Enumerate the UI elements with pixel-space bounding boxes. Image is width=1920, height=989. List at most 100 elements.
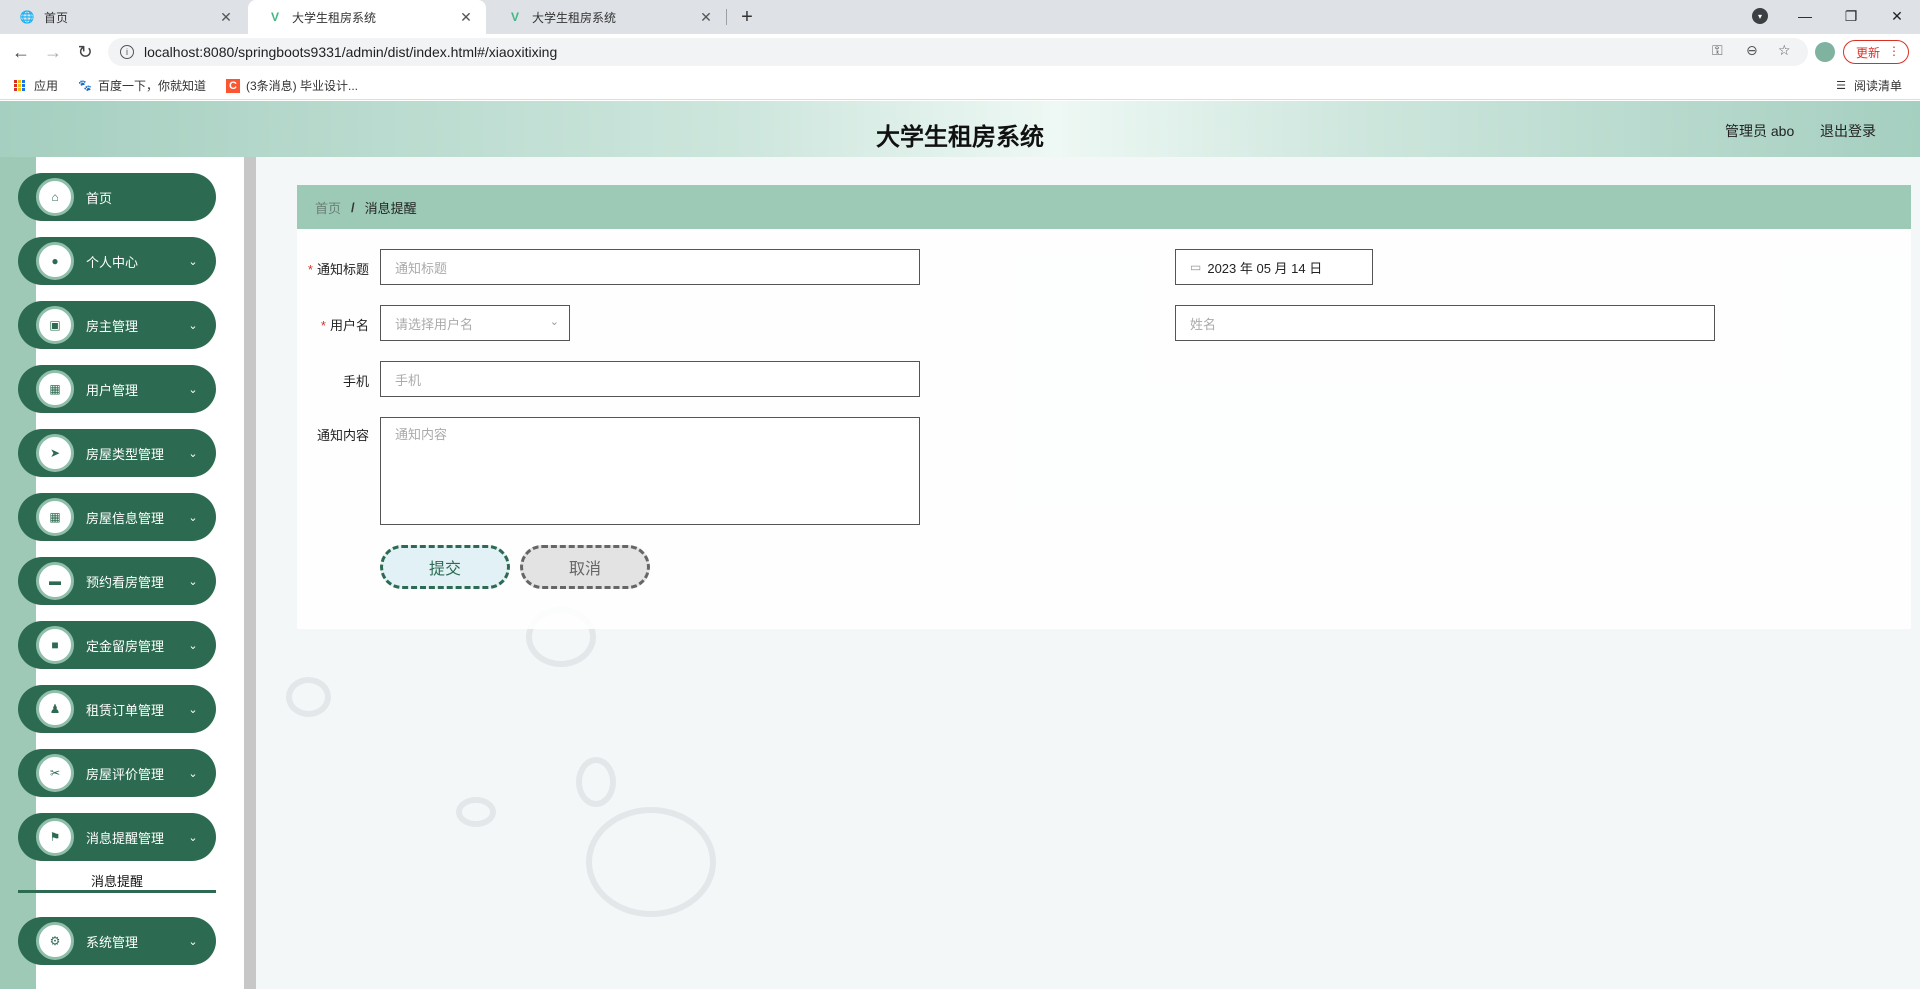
reading-list-label: 阅读清单 — [1854, 79, 1903, 93]
date-picker[interactable]: ▭ 2023 年 05 月 14 日 — [1175, 249, 1373, 285]
chevron-down-icon: ⌄ — [188, 383, 198, 396]
restore-icon[interactable]: ❐ — [1828, 0, 1874, 32]
cancel-button[interactable]: 取消 — [520, 545, 650, 589]
reading-list[interactable]: ☰ 阅读清单 — [1834, 77, 1902, 94]
browser-tab-active[interactable]: V 大学生租房系统 ✕ — [248, 0, 486, 34]
profile-avatar[interactable] — [1815, 42, 1835, 62]
key-icon[interactable]: ⚿ — [1712, 42, 1723, 59]
info-icon[interactable]: i — [120, 45, 134, 59]
back-icon[interactable]: ← — [9, 40, 33, 64]
vue-logo-icon: V — [510, 10, 519, 24]
background-drop — [586, 807, 716, 917]
chevron-down-icon: ⌄ — [188, 703, 198, 716]
app-header: 大学生租房系统 管理员 abo 退出登录 — [0, 101, 1920, 157]
sidebar-item-viewing[interactable]: ▬ 预约看房管理 ⌄ — [18, 557, 216, 605]
bookmark-label: 应用 — [34, 79, 59, 93]
star-icon[interactable]: ☆ — [1778, 42, 1791, 59]
address-bar[interactable]: i localhost:8080/springboots9331/admin/d… — [108, 38, 1808, 66]
globe-icon: 🌐 — [19, 10, 35, 24]
chevron-down-icon: ⌄ — [188, 935, 198, 948]
sidebar-item-personal-center[interactable]: ● 个人中心 ⌄ — [18, 237, 216, 285]
sidebar-item-landlord[interactable]: ▣ 房主管理 ⌄ — [18, 301, 216, 349]
sidebar-item-label: 租赁订单管理 — [86, 702, 165, 718]
username-placeholder: 请选择用户名 — [395, 316, 474, 332]
close-icon[interactable]: ✕ — [218, 9, 234, 25]
reload-icon[interactable]: ↻ — [73, 40, 97, 64]
person-icon: ● — [36, 242, 74, 280]
sidebar-item-system[interactable]: ⚙ 系统管理 ⌄ — [18, 917, 216, 965]
send-icon: ➤ — [36, 434, 74, 472]
settings-icon: ⚙ — [36, 922, 74, 960]
chevron-down-icon: ⌄ — [188, 831, 198, 844]
tab-search-icon[interactable]: ▾ — [1752, 8, 1768, 24]
sidebar-item-label: 房屋评价管理 — [86, 766, 165, 782]
content-label: 通知内容 — [316, 428, 369, 443]
sidebar-scrollbar[interactable] — [244, 157, 256, 989]
username-select[interactable]: 请选择用户名 ⌄ — [380, 305, 570, 341]
menu-dots-icon: ⋮ — [1888, 44, 1900, 58]
phone-input[interactable]: 手机 — [380, 361, 920, 397]
monitor-icon: ▬ — [36, 562, 74, 600]
message-form: *通知标题 通知标题 通知日期 ▭ 2023 年 05 月 14 日 *用户名 … — [297, 229, 1911, 629]
title-input[interactable]: 通知标题 — [380, 249, 920, 285]
apps-grid-icon — [14, 79, 26, 92]
sidebar-item-deposit[interactable]: ■ 定金留房管理 ⌄ — [18, 621, 216, 669]
main-content: 首页 / 消息提醒 *通知标题 通知标题 通知日期 ▭ 2023 年 05 月 … — [256, 157, 1920, 989]
baidu-paw-icon: 🐾 — [78, 80, 92, 92]
sidebar-item-reviews[interactable]: ✂ 房屋评价管理 ⌄ — [18, 749, 216, 797]
tab-title: 大学生租房系统 — [292, 10, 377, 25]
content-textarea[interactable]: 通知内容 — [380, 417, 920, 525]
sidebar: ⌂ 首页 ● 个人中心 ⌄ ▣ 房主管理 ⌄ ▦ 用户管理 ⌄ ➤ 房屋类型管理… — [0, 157, 244, 989]
update-button[interactable]: 更新 ⋮ — [1843, 40, 1909, 64]
phone-label: 手机 — [342, 374, 369, 389]
sidebar-item-messages[interactable]: ⚑ 消息提醒管理 ⌄ — [18, 813, 216, 861]
breadcrumb-home[interactable]: 首页 — [315, 198, 341, 217]
sidebar-item-home[interactable]: ⌂ 首页 — [18, 173, 216, 221]
csdn-icon: C — [226, 78, 240, 93]
name-input[interactable]: 姓名 — [1175, 305, 1715, 341]
submit-button[interactable]: 提交 — [380, 545, 510, 589]
sidebar-item-label: 房屋类型管理 — [86, 446, 165, 462]
sidebar-item-users[interactable]: ▦ 用户管理 ⌄ — [18, 365, 216, 413]
clipboard-icon: ▣ — [36, 306, 74, 344]
vue-logo-icon: V — [270, 10, 279, 24]
logout-link[interactable]: 退出登录 — [1820, 121, 1876, 141]
chevron-down-icon: ⌄ — [549, 316, 559, 328]
close-icon[interactable]: ✕ — [698, 9, 714, 25]
sidebar-item-label: 系统管理 — [86, 934, 139, 950]
briefcase-icon: ■ — [36, 626, 74, 664]
user-icon: ♟ — [36, 690, 74, 728]
bookmark-label: 百度一下，你就知道 — [98, 79, 207, 93]
sidebar-item-lease-orders[interactable]: ♟ 租赁订单管理 ⌄ — [18, 685, 216, 733]
breadcrumb-separator: / — [351, 199, 355, 215]
sidebar-item-house-type[interactable]: ➤ 房屋类型管理 ⌄ — [18, 429, 216, 477]
browser-tab-strip: 🌐 首页 ✕ V 大学生租房系统 ✕ V 大学生租房系统 ✕ + ▾ — ❐ ✕ — [0, 0, 1920, 34]
browser-toolbar: ← → ↻ i localhost:8080/springboots9331/a… — [0, 34, 1920, 70]
window-close-icon[interactable]: ✕ — [1874, 0, 1920, 32]
bookmark-label: (3条消息) 毕业设计... — [246, 79, 359, 93]
sidebar-item-label: 房屋信息管理 — [86, 510, 165, 526]
minimize-icon[interactable]: — — [1782, 0, 1828, 32]
chevron-down-icon: ⌄ — [188, 767, 198, 780]
reading-list-icon: ☰ — [1836, 80, 1846, 92]
sidebar-item-label: 用户管理 — [86, 382, 139, 398]
bookmark-csdn[interactable]: C (3条消息) 毕业设计... — [226, 77, 358, 94]
close-icon[interactable]: ✕ — [458, 9, 474, 25]
url-text: localhost:8080/springboots9331/admin/dis… — [144, 44, 558, 60]
sidebar-item-house-info[interactable]: ▦ 房屋信息管理 ⌄ — [18, 493, 216, 541]
bookmark-baidu[interactable]: 🐾 百度一下，你就知道 — [78, 77, 206, 94]
new-tab-icon[interactable]: + — [735, 5, 759, 29]
tab-title: 大学生租房系统 — [532, 10, 617, 25]
page-title: 大学生租房系统 — [876, 124, 1044, 151]
zoom-icon[interactable]: ⊖ — [1746, 42, 1758, 59]
sidebar-subitem-message-reminder[interactable]: 消息提醒 — [18, 871, 216, 893]
browser-tab[interactable]: V 大学生租房系统 ✕ — [488, 0, 726, 34]
background-drop — [286, 677, 331, 717]
ticket-icon: ✂ — [36, 754, 74, 792]
browser-tab[interactable]: 🌐 首页 ✕ — [0, 0, 246, 34]
bookmark-apps[interactable]: 应用 — [14, 77, 58, 94]
forward-icon[interactable]: → — [41, 40, 65, 64]
chevron-down-icon: ⌄ — [188, 255, 198, 268]
date-value: 2023 年 05 月 14 日 — [1207, 260, 1323, 276]
sidebar-item-label: 首页 — [86, 190, 113, 206]
